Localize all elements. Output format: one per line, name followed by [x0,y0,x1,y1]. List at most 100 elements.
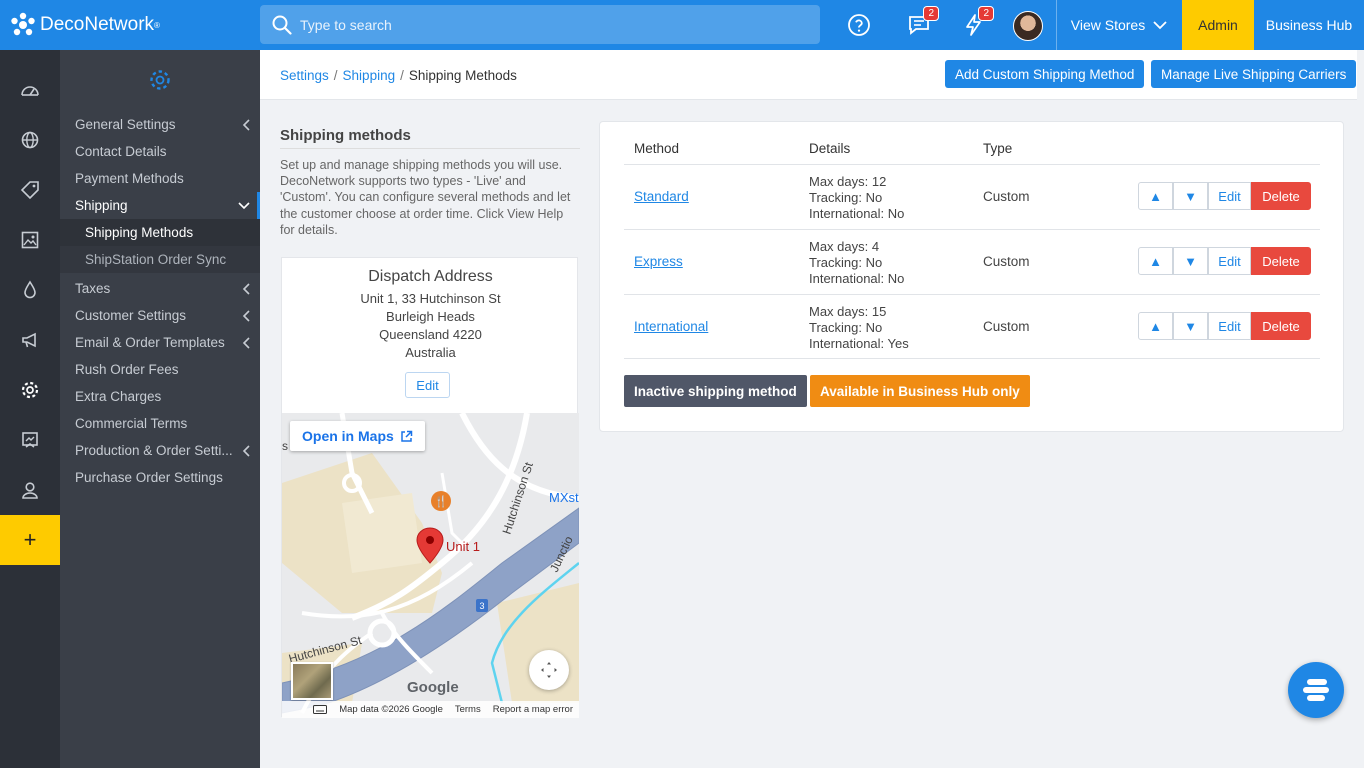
table-row: Standard Max days: 12 Tracking: No Inter… [624,164,1320,229]
add-new-button[interactable]: + [0,515,60,565]
delete-button[interactable]: Delete [1251,182,1311,210]
section-description: Set up and manage shipping methods you w… [280,158,571,237]
map-marker-label: Unit 1 [446,539,480,554]
dispatch-address-card: Dispatch Address Unit 1, 33 Hutchinson S… [281,257,579,718]
row-controls: ▲ ▼ Edit Delete [1138,247,1311,275]
method-type: Custom [983,319,1030,334]
keyboard-icon[interactable] [313,705,328,714]
tag-icon [20,181,39,200]
search-box[interactable] [260,5,820,44]
chevron-left-icon [242,337,250,349]
move-up-button[interactable]: ▲ [1138,312,1173,340]
sidebar-item-general-settings[interactable]: General Settings [60,111,260,138]
move-down-button[interactable]: ▼ [1173,182,1208,210]
notifications-badge: 2 [978,6,994,21]
sidebar-item-label: Email & Order Templates [75,335,225,350]
method-link[interactable]: International [634,319,708,334]
top-bar: DecoNetwork® 2 2 View Stores Admin Busin… [0,0,1364,50]
rail-dashboard[interactable] [0,65,60,115]
support-chat-button[interactable] [1288,662,1344,718]
fullscreen-button[interactable] [529,650,569,690]
user-avatar[interactable] [1013,11,1043,41]
breadcrumb-separator: / [400,68,404,83]
external-link-icon [401,430,413,442]
breadcrumb-settings-link[interactable]: Settings [280,68,329,83]
sidebar-item-email-order-templates[interactable]: Email & Order Templates [60,329,260,356]
user-icon [22,482,38,499]
image-icon [21,231,39,249]
rail-settings[interactable] [0,365,60,415]
notifications-button[interactable]: 2 [960,6,994,39]
detail-line: International: No [809,271,905,286]
view-stores-dropdown[interactable]: View Stores [1057,0,1181,50]
inactive-legend-badge: Inactive shipping method [624,375,807,407]
help-icon[interactable] [845,11,873,39]
rail-image[interactable] [0,215,60,265]
place-label: MXst [549,490,579,505]
move-down-button[interactable]: ▼ [1173,247,1208,275]
open-in-maps-link[interactable]: Open in Maps [290,421,425,451]
sidebar-item-purchase-order-settings[interactable]: Purchase Order Settings [60,464,260,491]
gear-icon [21,381,39,399]
add-custom-shipping-method-button[interactable]: Add Custom Shipping Method [945,60,1145,88]
table-row: International Max days: 15 Tracking: No … [624,294,1320,359]
sidebar-item-label: Extra Charges [75,389,162,404]
edit-button[interactable]: Edit [1208,182,1251,210]
sidebar-subitem-shipping-methods[interactable]: Shipping Methods [60,219,260,246]
sidebar-item-rush-order-fees[interactable]: Rush Order Fees [60,356,260,383]
sidebar-item-shipping[interactable]: Shipping [60,192,260,219]
move-up-button[interactable]: ▲ [1138,247,1173,275]
sidebar-item-customer-settings[interactable]: Customer Settings [60,302,260,329]
manage-live-shipping-carriers-button[interactable]: Manage Live Shipping Carriers [1151,60,1357,88]
search-input[interactable] [300,16,780,33]
delete-button[interactable]: Delete [1251,247,1311,275]
sidebar-item-label: General Settings [75,117,176,132]
sidebar-item-extra-charges[interactable]: Extra Charges [60,383,260,410]
detail-line: Tracking: No [809,190,883,205]
method-link[interactable]: Express [634,254,683,269]
breadcrumb-shipping-link[interactable]: Shipping [343,68,396,83]
edit-dispatch-address-button[interactable]: Edit [405,372,450,398]
sidebar-item-production-order-settings[interactable]: Production & Order Setti... [60,437,260,464]
chat-widget-icon [1303,679,1329,701]
page-scrollbar[interactable] [1357,50,1364,768]
logo-registered-mark: ® [154,20,160,30]
map-terms-link[interactable]: Terms [455,704,481,715]
rail-drop[interactable] [0,265,60,315]
rail-megaphone[interactable] [0,315,60,365]
sidebar-item-payment-methods[interactable]: Payment Methods [60,165,260,192]
logo[interactable]: DecoNetwork ® [0,12,260,38]
content-header: Settings / Shipping / Shipping Methods Add C… [260,50,1364,100]
row-controls: ▲ ▼ Edit Delete [1138,312,1311,340]
detail-line: Max days: 4 [809,239,880,254]
method-link[interactable]: Standard [634,189,689,204]
rail-board[interactable] [0,415,60,465]
business-hub-button[interactable]: Business Hub [1254,0,1364,50]
delete-button[interactable]: Delete [1251,312,1311,340]
rail-globe[interactable] [0,115,60,165]
sidebar-item-commercial-terms[interactable]: Commercial Terms [60,410,260,437]
edit-button[interactable]: Edit [1208,247,1251,275]
satellite-toggle[interactable] [291,662,333,700]
rail-tag[interactable] [0,165,60,215]
messages-button[interactable]: 2 [905,6,939,39]
column-header-type: Type [983,141,1013,156]
move-down-button[interactable]: ▼ [1173,312,1208,340]
report-map-error-link[interactable]: Report a map error [493,704,573,715]
sidebar-item-contact-details[interactable]: Contact Details [60,138,260,165]
chevron-left-icon [242,310,250,322]
admin-button[interactable]: Admin [1182,0,1254,50]
plus-icon: + [23,527,37,552]
rail-user[interactable] [0,465,60,515]
edit-button[interactable]: Edit [1208,312,1251,340]
detail-line: Tracking: No [809,320,883,335]
sidebar-item-label: Taxes [75,281,111,296]
move-up-button[interactable]: ▲ [1138,182,1173,210]
detail-line: International: No [809,206,905,221]
sidebar-item-taxes[interactable]: Taxes [60,275,260,302]
breadcrumb-current: Shipping Methods [408,68,517,83]
sidebar-subitem-shipstation-order-sync[interactable]: ShipStation Order Sync [60,246,260,273]
sidebar-item-label: Shipping Methods [85,225,194,240]
map-view[interactable]: 3 🍴 Unit 1 Hutchinson St Hutchinson St J… [282,413,579,718]
sidebar-item-label: ShipStation Order Sync [85,252,227,267]
